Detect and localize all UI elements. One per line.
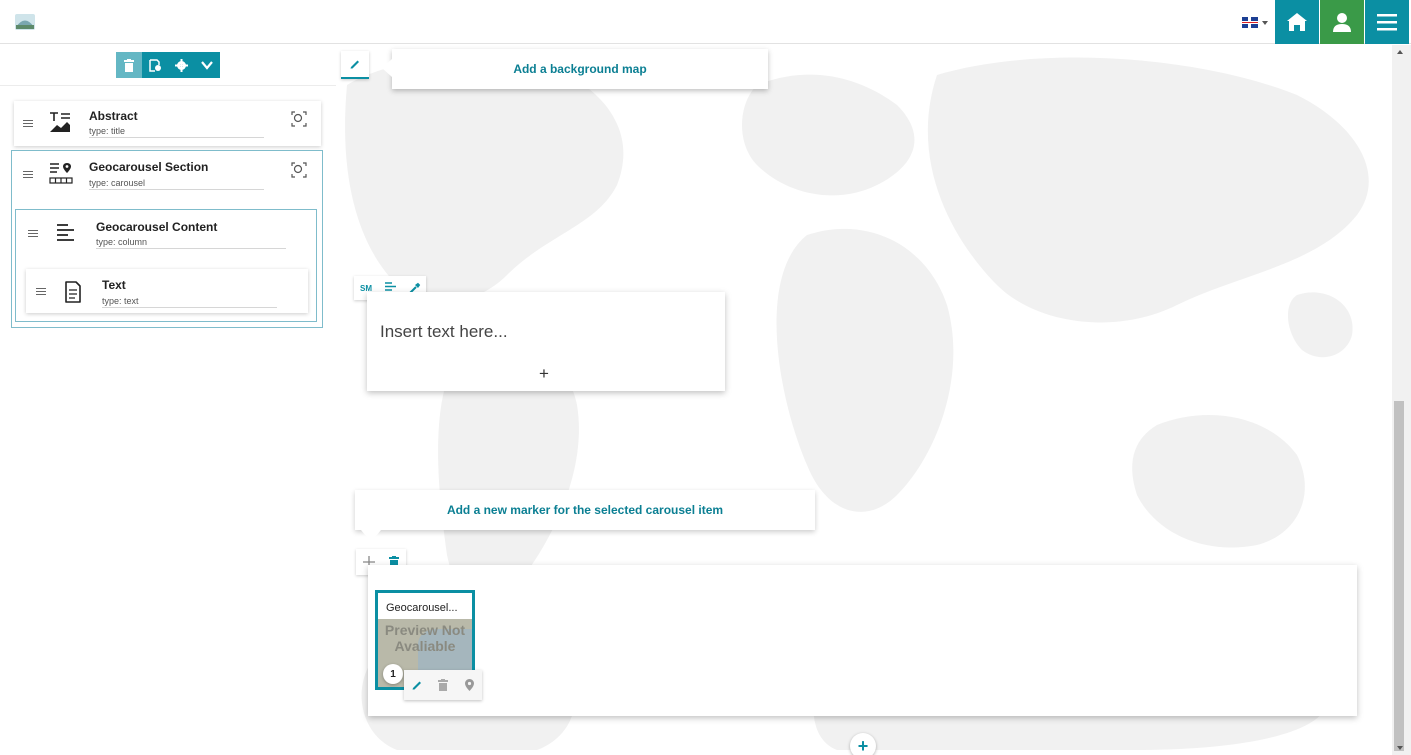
tree-node-geocarousel-content[interactable]: Geocarousel Content type: column [17,211,315,257]
user-button[interactable] [1320,0,1364,44]
caret-down-icon [1262,21,1268,25]
add-marker-tooltip[interactable]: Add a new marker for the selected carous… [355,490,815,542]
home-icon [1287,13,1307,31]
trash-icon [124,58,134,72]
preview-placeholder: Preview Not Avaliable [384,622,466,654]
node-title: Geocarousel Content [96,220,218,234]
node-type: type: title [89,126,126,136]
edit-background-button[interactable] [341,51,369,79]
tree-node-abstract[interactable]: Abstract type: title [14,101,321,146]
app-logo[interactable] [14,10,36,32]
chevron-down-icon [201,61,213,70]
drag-handle-icon[interactable] [23,171,33,179]
divider [0,85,336,86]
node-type: type: carousel [89,178,146,188]
divider [89,189,264,190]
delete-item-button[interactable] [430,670,456,700]
tree-node-geocarousel-section[interactable]: Geocarousel Section type: carousel [14,152,321,198]
scroll-thumb[interactable] [1394,401,1404,751]
hamburger-menu-icon [1377,14,1397,31]
uk-flag-icon [1242,17,1258,28]
delete-button[interactable] [116,52,142,78]
gear-icon [174,58,188,72]
add-content-button[interactable]: + [539,365,549,382]
carousel-icon [49,163,73,184]
node-title: Abstract [89,109,138,123]
home-button[interactable] [1275,0,1319,44]
drag-handle-icon[interactable] [23,120,33,128]
node-title: Text [102,278,126,292]
scrollbar[interactable] [1392,45,1411,755]
zoom-to-icon[interactable] [291,162,307,178]
menu-button[interactable] [1365,0,1409,44]
add-section-button[interactable]: + [850,733,876,755]
preview-icon [148,58,161,72]
language-selector[interactable] [1242,16,1272,30]
marker-button[interactable] [456,670,482,700]
drag-handle-icon[interactable] [36,288,46,296]
carousel-item-number: 1 [383,664,403,684]
collapse-button[interactable] [194,52,220,78]
divider [102,307,277,308]
divider [89,137,264,138]
edit-item-button[interactable] [404,670,430,700]
text-doc-icon [65,281,81,303]
carousel-panel: Geocarousel... Preview Not Avaliable [368,565,1357,716]
column-icon [57,224,74,241]
text-section-card[interactable]: Insert text here... + [367,292,725,391]
preview-button[interactable] [142,52,168,78]
carousel-item-toolbar [404,670,482,700]
user-icon [1333,13,1351,32]
tree-toolbar [116,52,220,78]
map-pin-icon [464,679,474,691]
pencil-icon [412,681,421,690]
zoom-to-icon[interactable] [291,111,307,127]
top-bar [0,0,1411,44]
add-background-map-tooltip[interactable]: Add a background map [382,49,768,89]
title-icon [50,112,70,132]
text-placeholder[interactable]: Insert text here... [380,322,508,342]
scroll-down-icon[interactable] [1397,746,1403,750]
settings-button[interactable] [168,52,194,78]
tree-node-text[interactable]: Text type: text [26,269,308,313]
divider [96,248,286,249]
drag-handle-icon[interactable] [28,230,38,238]
carousel-item-title: Geocarousel... [386,602,458,614]
node-type: type: column [96,237,148,247]
node-type: type: text [102,296,139,306]
pencil-icon [350,60,359,69]
node-title: Geocarousel Section [89,160,209,174]
scroll-up-icon[interactable] [1397,50,1403,54]
trash-icon [438,679,448,691]
